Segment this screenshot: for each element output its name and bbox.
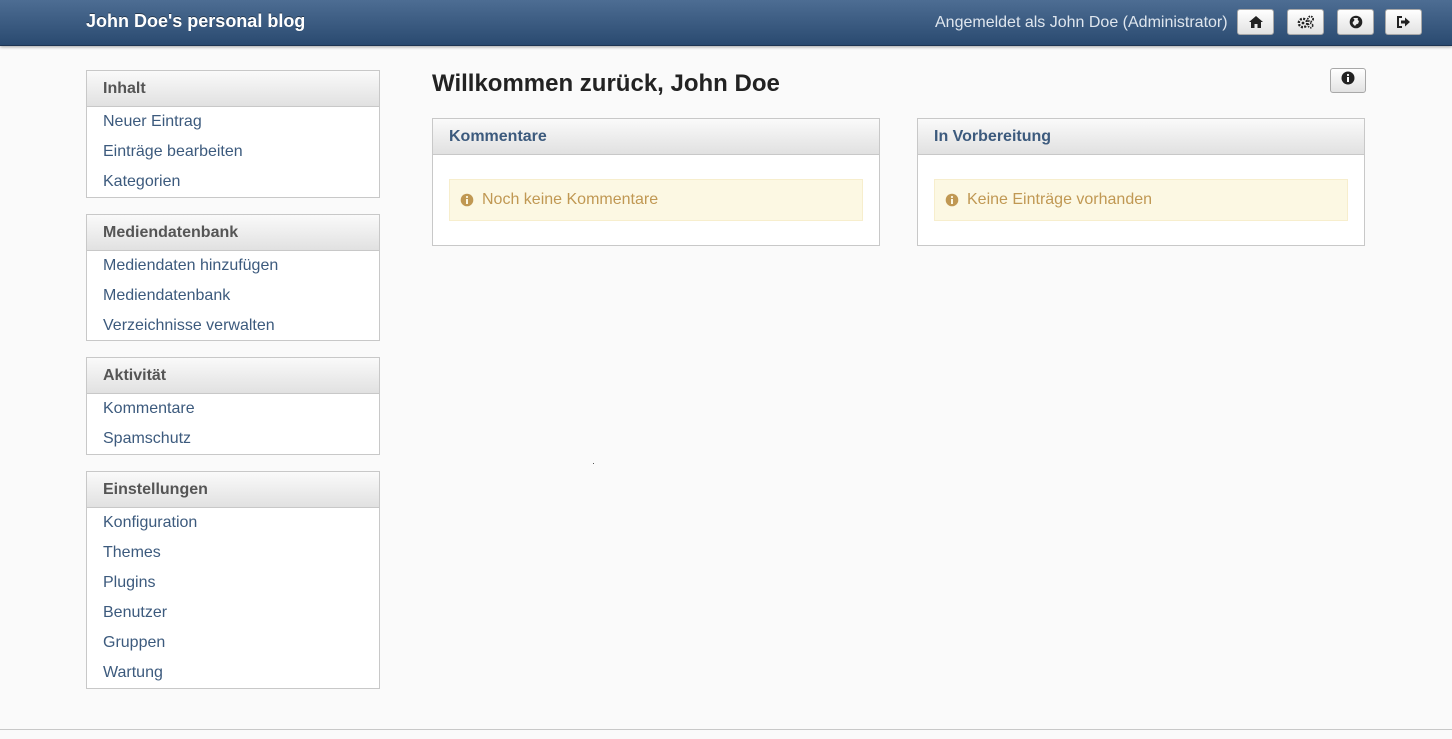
blog-brand-link[interactable]: John Doe's personal blog [86,11,305,32]
top-navbar: John Doe's personal blog Angemeldet als … [0,0,1452,46]
sidebar-section-title: Inhalt [87,71,379,107]
info-icon [1341,71,1355,90]
logged-in-user-info: Angemeldet als John Doe (Administrator) [935,14,1228,31]
sidebar-item-configuration[interactable]: Konfiguration [87,512,379,542]
sidebar-item-groups[interactable]: Gruppen [87,632,379,662]
sidebar-section-title: Einstellungen [87,472,379,508]
sidebar-section-media: Mediendatenbank Mediendaten hinzufügen M… [86,214,380,341]
sidebar-item-new-entry[interactable]: Neuer Eintrag [87,111,379,141]
info-icon [460,193,474,207]
sidebar-item-add-media[interactable]: Mediendaten hinzufügen [87,255,379,285]
info-icon [945,193,959,207]
logout-button[interactable] [1385,9,1422,35]
comments-panel: Kommentare Noch keine Kommentare [432,118,880,246]
alert-message: Noch keine Kommentare [482,191,659,208]
stray-dot [593,463,594,464]
panel-title: Kommentare [433,119,879,155]
sidebar-section-settings: Einstellungen Konfiguration Themes Plugi… [86,471,380,689]
globe-icon [1349,15,1363,29]
sidebar-item-themes[interactable]: Themes [87,542,379,572]
info-button[interactable] [1330,68,1366,93]
alert-message: Keine Einträge vorhanden [967,191,1153,208]
gears-icon [1297,15,1315,29]
sidebar-item-media-library[interactable]: Mediendatenbank [87,285,379,315]
sidebar-item-categories[interactable]: Kategorien [87,171,379,201]
sidebar-item-edit-entries[interactable]: Einträge bearbeiten [87,141,379,171]
no-drafts-alert: Keine Einträge vorhanden [934,179,1348,221]
no-comments-alert: Noch keine Kommentare [449,179,863,221]
sidebar-item-manage-directories[interactable]: Verzeichnisse verwalten [87,315,379,345]
settings-button[interactable] [1287,9,1324,35]
home-button[interactable] [1237,9,1274,35]
sidebar-section-content: Inhalt Neuer Eintrag Einträge bearbeiten… [86,70,380,198]
page-title: Willkommen zurück, John Doe [432,70,780,97]
sidebar-section-title: Aktivität [87,358,379,394]
view-site-button[interactable] [1337,9,1374,35]
sidebar-item-users[interactable]: Benutzer [87,602,379,632]
sidebar-item-spam-protection[interactable]: Spamschutz [87,428,379,458]
panel-title: In Vorbereitung [918,119,1364,155]
logout-icon [1396,16,1411,28]
sidebar-item-maintenance[interactable]: Wartung [87,662,379,692]
sidebar-section-activity: Aktivität Kommentare Spamschutz [86,357,380,455]
sidebar-item-comments[interactable]: Kommentare [87,398,379,428]
footer-divider [0,729,1452,730]
drafts-panel: In Vorbereitung Keine Einträge vorhanden [917,118,1365,246]
sidebar-section-title: Mediendatenbank [87,215,379,251]
sidebar-item-plugins[interactable]: Plugins [87,572,379,602]
home-icon [1248,16,1263,28]
